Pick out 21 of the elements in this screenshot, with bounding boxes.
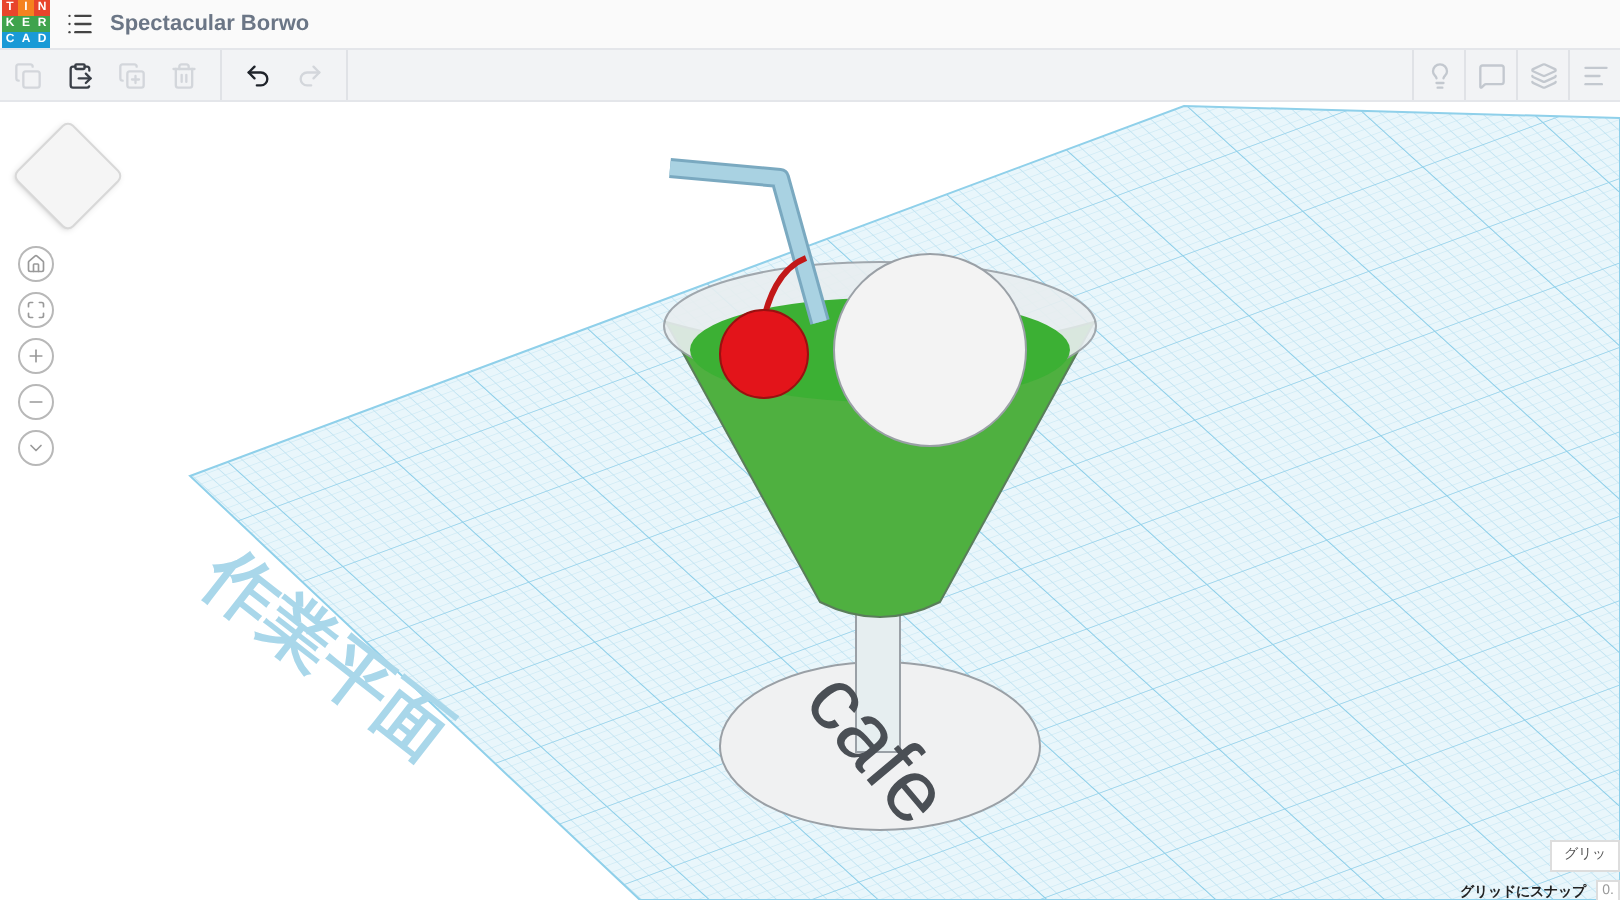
speech-bubble-icon: [1477, 61, 1505, 89]
lines-icon: [1581, 61, 1609, 89]
design-list-icon[interactable]: [66, 10, 94, 38]
workplane-label: 作業平面: [191, 538, 463, 773]
plus-icon: [26, 346, 46, 366]
zoom-in-button[interactable]: [18, 338, 54, 374]
copy-icon: [14, 61, 42, 89]
home-button[interactable]: [18, 246, 54, 282]
fit-view-icon: [26, 300, 46, 320]
home-icon: [26, 254, 46, 274]
redo-icon: [296, 61, 324, 89]
clipboard-icon: [66, 61, 94, 89]
coaster-text: cafe: [786, 652, 969, 844]
trash-icon: [170, 61, 198, 89]
duplicate-icon: [118, 61, 146, 89]
zoom-out-button[interactable]: [18, 384, 54, 420]
undo-icon: [244, 61, 272, 89]
perspective-button[interactable]: [18, 430, 54, 466]
design-title[interactable]: Spectacular Borwo: [110, 7, 310, 41]
fit-button[interactable]: [18, 292, 54, 328]
layers-icon: [1529, 61, 1557, 89]
